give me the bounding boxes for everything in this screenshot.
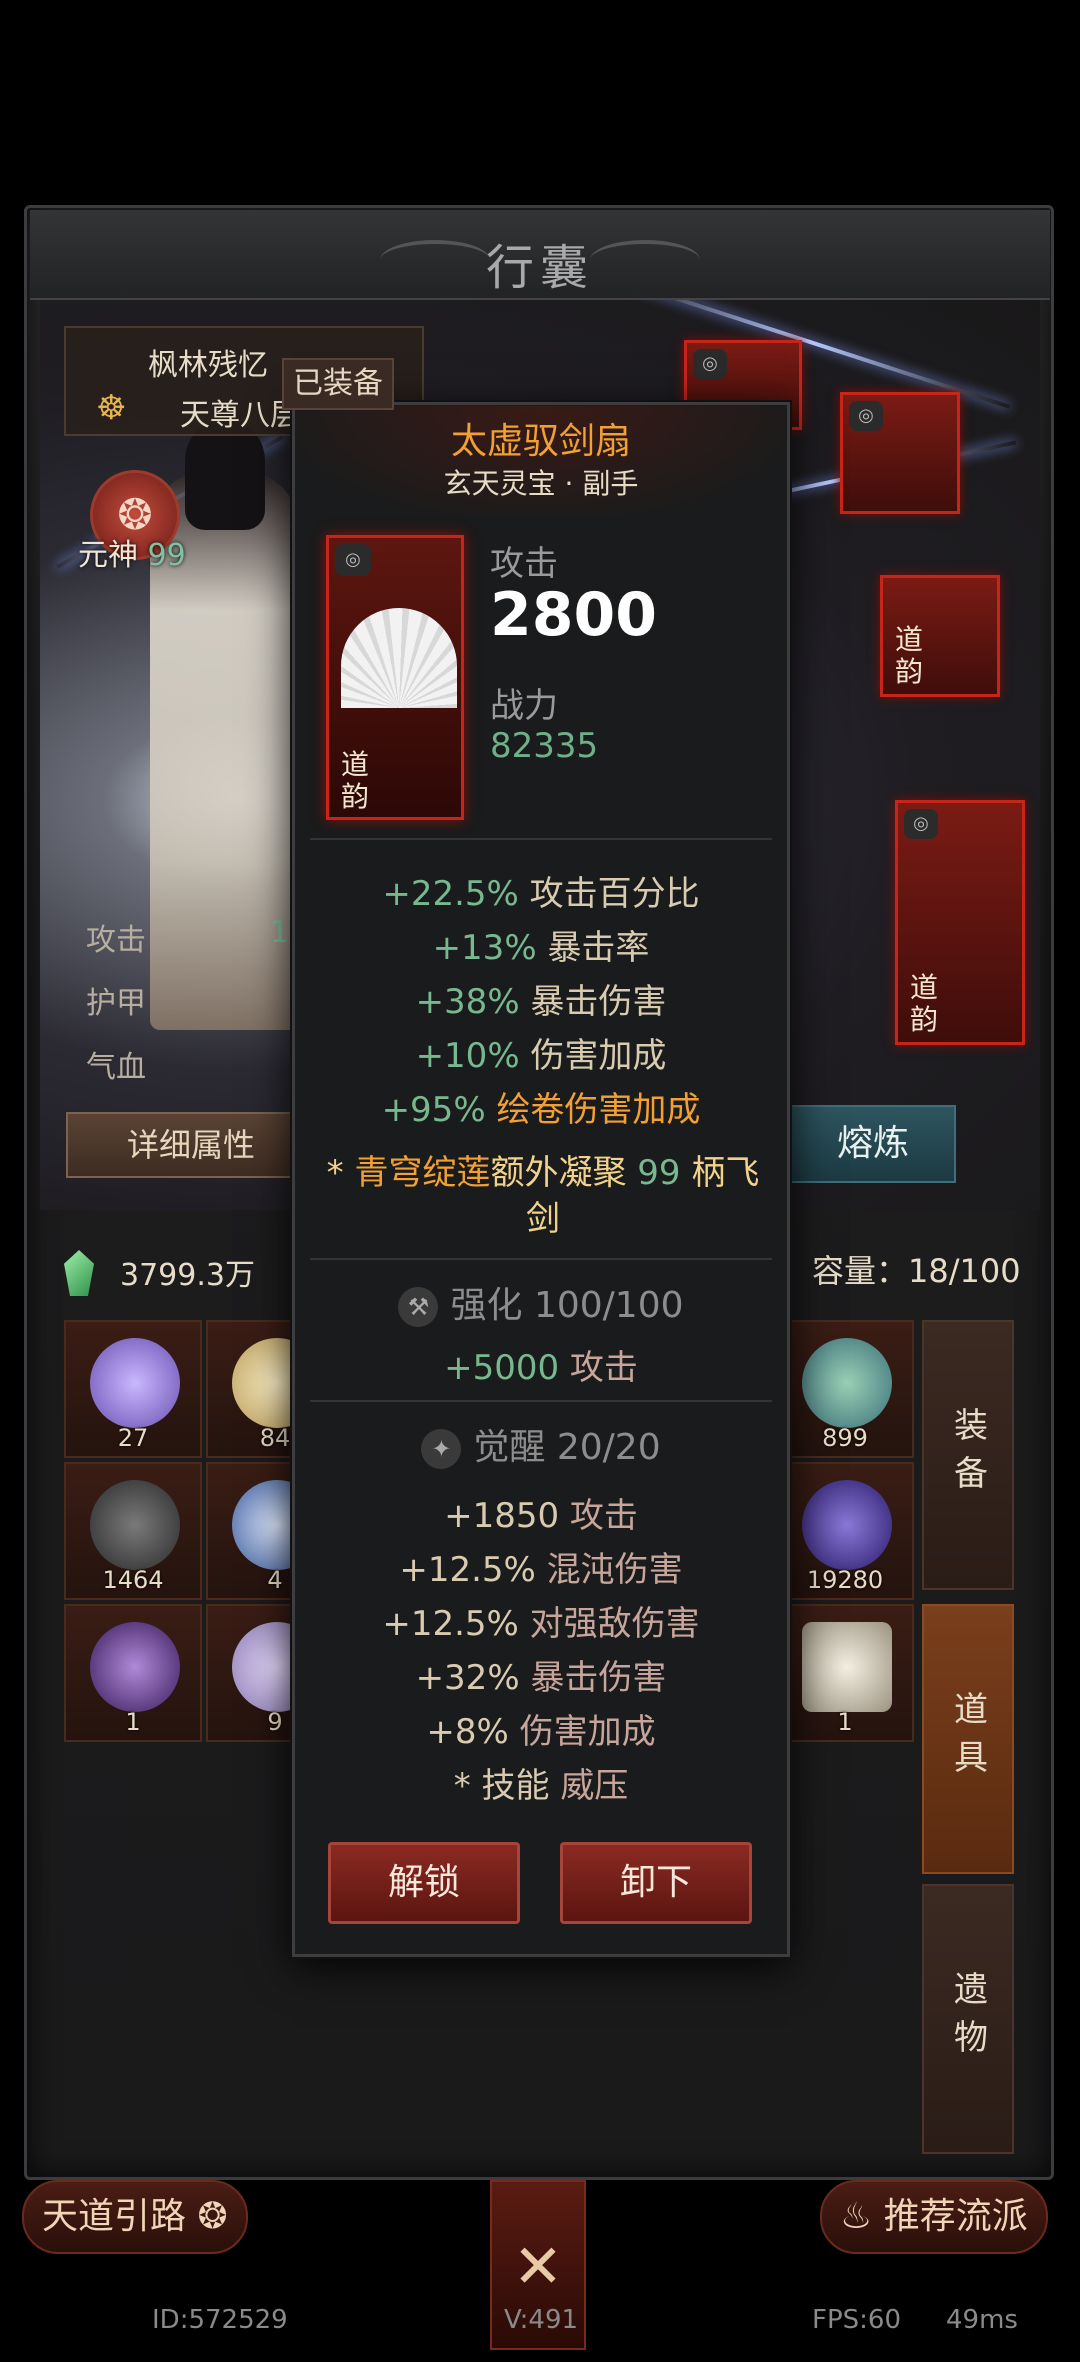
scroll-token-icon	[802, 1622, 892, 1712]
flame-icon: ♨	[840, 2196, 873, 2237]
smelt-button[interactable]: 熔炼	[790, 1105, 956, 1183]
awaken-stat-line: +32% 暴击伤害	[415, 1658, 667, 1698]
character-head	[185, 420, 265, 530]
item-count: 1	[125, 1708, 141, 1736]
item-subtitle: 玄天灵宝 · 副手	[443, 467, 639, 500]
character-name: 枫林残忆	[148, 348, 268, 383]
stat-value-attack: 1	[270, 915, 290, 950]
ore-icon	[90, 1480, 180, 1570]
attack-value: 2800	[490, 580, 657, 650]
inventory-item[interactable]: 899	[776, 1320, 914, 1458]
sand-pile-icon	[802, 1480, 892, 1570]
base-stat-line: +95% 绘卷伤害加成	[381, 1090, 701, 1130]
stat-label-attack: 攻击	[86, 923, 146, 958]
power-value: 82335	[490, 726, 599, 766]
slot-lock-icon: ◎	[693, 349, 727, 379]
version-label: V:491	[504, 2305, 579, 2335]
heavenly-guide-button[interactable]: 天道引路 ❂	[22, 2180, 248, 2254]
inventory-item[interactable]: 27	[64, 1320, 202, 1458]
base-stat-line: +22.5% 攻击百分比	[382, 874, 700, 914]
base-stat-line: +13% 暴击率	[432, 928, 650, 968]
item-count: 1	[837, 1708, 853, 1736]
soul-level: 元神 99	[78, 538, 186, 573]
tab-relics[interactable]: 遗物	[922, 1884, 1014, 2154]
awaken-icon: ✦	[421, 1429, 462, 1469]
slot-lock-icon: ◎	[904, 809, 938, 839]
inventory-item[interactable]: 19280	[776, 1462, 914, 1600]
attack-label: 攻击	[490, 544, 558, 584]
unequip-button[interactable]: 卸下	[560, 1842, 752, 1924]
awaken-stat-line: +8% 伤害加成	[426, 1712, 656, 1752]
inventory-item[interactable]: 1464	[64, 1462, 202, 1600]
item-count: 899	[822, 1424, 868, 1452]
recommended-build-button[interactable]: ♨ 推荐流派	[820, 2180, 1048, 2254]
enhance-bonus: +5000 攻击	[444, 1348, 638, 1388]
recommended-build-label: 推荐流派	[883, 2196, 1028, 2237]
stat-label-armor: 护甲	[86, 986, 146, 1021]
equip-slot-necklace[interactable]: ◎	[840, 392, 960, 514]
tab-items[interactable]: 道具	[922, 1604, 1014, 1874]
awaken-stat-line: +1850 攻击	[444, 1496, 638, 1536]
divider	[310, 838, 772, 840]
player-id: ID:572529	[152, 2305, 288, 2335]
item-icon: ◎ 道韵	[326, 535, 464, 820]
tab-equipment[interactable]: 装备	[922, 1320, 1014, 1590]
lotus-icon: ❂	[197, 2196, 228, 2237]
item-daoyun-label: 道韵	[341, 748, 370, 813]
fan-icon	[341, 608, 457, 708]
slot-daoyun-label: 道韵	[895, 623, 924, 688]
awaken-stat-line: +12.5% 对强敌伤害	[382, 1604, 700, 1644]
slot-lock-icon: ◎	[849, 401, 883, 431]
enhance-header: ⚒ 强化 100/100	[292, 1276, 790, 1328]
slot-daoyun-label: 道韵	[910, 971, 939, 1036]
item-name: 太虚驭剑扇	[450, 421, 631, 462]
awaken-skill-line: * 技能 威压	[453, 1766, 629, 1806]
equipped-badge: 已装备	[282, 358, 394, 410]
item-lock-icon: ◎	[335, 544, 371, 576]
set-effect-text: * 青穹绽莲额外凝聚 99 柄飞剑	[326, 1153, 760, 1239]
panel-title: 行囊	[485, 240, 594, 296]
item-count: 19280	[806, 1566, 884, 1594]
enhance-icon: ⚒	[398, 1287, 439, 1327]
rank-icon: ☸	[96, 388, 127, 428]
equip-slot-ring[interactable]: 道韵	[880, 575, 1000, 697]
detail-attributes-button[interactable]: 详细属性	[66, 1112, 316, 1178]
currency-amount: 3799.3万	[120, 1258, 255, 1293]
latency-label: 49ms	[946, 2305, 1018, 2335]
awaken-header: ✦ 觉醒 20/20	[292, 1418, 790, 1470]
divider	[310, 1258, 772, 1260]
inventory-capacity: 容量：18/100	[812, 1252, 1021, 1290]
divider	[310, 1400, 772, 1402]
inventory-item[interactable]: 1	[64, 1604, 202, 1742]
equip-slot-offhand[interactable]: ◎ 道韵	[895, 800, 1025, 1045]
base-stat-line: +38% 暴击伤害	[415, 982, 667, 1022]
unlock-button[interactable]: 解锁	[328, 1842, 520, 1924]
jade-pieces-icon	[802, 1338, 892, 1428]
power-label: 战力	[490, 686, 558, 726]
heavenly-guide-label: 天道引路	[42, 2196, 187, 2237]
fps-label: FPS:60	[812, 2305, 901, 2335]
item-count: 27	[117, 1424, 149, 1452]
crystal-icon	[90, 1338, 180, 1428]
inventory-item[interactable]: 1	[776, 1604, 914, 1742]
awaken-stat-line: +12.5% 混沌伤害	[399, 1550, 683, 1590]
egg-icon	[90, 1622, 180, 1712]
item-count: 1464	[102, 1566, 164, 1594]
stat-label-hp: 气血	[86, 1050, 146, 1085]
base-stat-line: +10% 伤害加成	[415, 1036, 667, 1076]
